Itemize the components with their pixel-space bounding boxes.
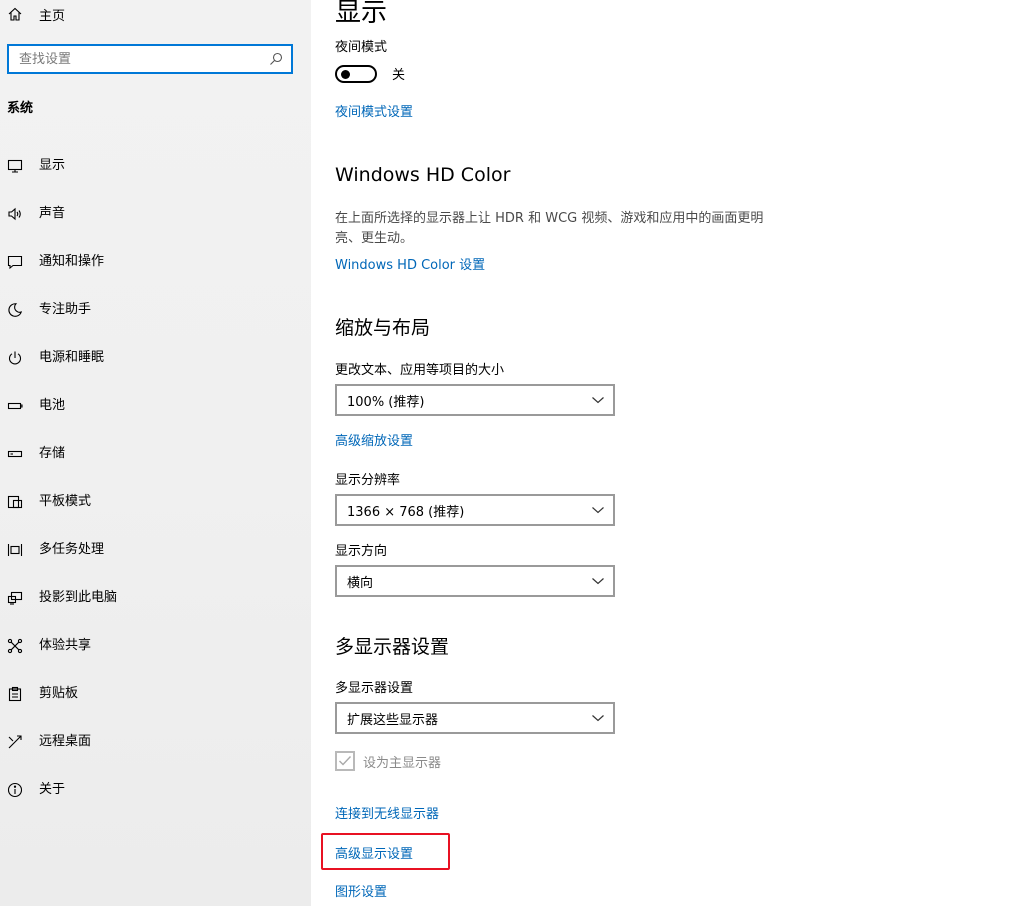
sidebar-item-label: 多任务处理: [39, 542, 105, 557]
toggle-knob: [341, 69, 350, 79]
multi-display-label: 多显示器设置: [335, 681, 414, 696]
orientation-select[interactable]: 横向: [335, 565, 615, 597]
primary-display-checkbox-row: 设为主显示器: [335, 751, 441, 771]
notification-icon: [7, 255, 23, 270]
sidebar-item-focus-assist[interactable]: 专注助手: [0, 286, 311, 334]
sidebar: 主页 系统 显示 声音 通知和操作 专注助手 电源和睡眠: [0, 0, 311, 906]
sidebar-item-label: 存储: [39, 446, 66, 461]
sidebar-item-display[interactable]: 显示: [0, 142, 311, 190]
sidebar-item-battery[interactable]: 电池: [0, 382, 311, 430]
sidebar-nav: 显示 声音 通知和操作 专注助手 电源和睡眠 电池 存储 平板模式 多任务处理 …: [0, 142, 311, 814]
sidebar-item-label: 显示: [39, 158, 66, 173]
battery-icon: [7, 402, 23, 410]
speaker-icon: [8, 207, 21, 221]
hd-color-heading: Windows HD Color: [335, 164, 511, 186]
orientation-label: 显示方向: [335, 544, 388, 559]
monitor-icon: [7, 159, 23, 173]
highlight-box: [321, 833, 450, 870]
sidebar-item-label: 远程桌面: [39, 734, 92, 749]
section-title: 系统: [7, 101, 34, 116]
sidebar-item-label: 声音: [39, 206, 66, 221]
scale-layout-heading: 缩放与布局: [335, 317, 431, 339]
advanced-scaling-link[interactable]: 高级缩放设置: [335, 430, 413, 449]
sidebar-item-label: 电池: [39, 398, 66, 413]
sidebar-item-label: 电源和睡眠: [39, 350, 105, 365]
connect-wireless-display-link[interactable]: 连接到无线显示器: [335, 803, 439, 822]
orientation-select-value: 横向: [347, 575, 374, 591]
moon-icon: [8, 303, 23, 317]
scale-select[interactable]: 100% (推荐): [335, 384, 615, 416]
tablet-icon: [7, 495, 23, 509]
search-box[interactable]: [7, 44, 293, 74]
sidebar-item-label: 平板模式: [39, 494, 92, 509]
sidebar-item-tablet-mode[interactable]: 平板模式: [0, 478, 311, 526]
multi-display-heading: 多显示器设置: [335, 636, 450, 658]
night-light-toggle-row: 关: [335, 64, 405, 83]
sidebar-item-about[interactable]: 关于: [0, 766, 311, 814]
graphics-settings-link[interactable]: 图形设置: [335, 881, 387, 900]
multitask-icon: [7, 544, 23, 556]
sidebar-item-label: 通知和操作: [39, 254, 105, 269]
sidebar-item-label: 专注助手: [39, 302, 92, 317]
night-light-state: 关: [392, 68, 406, 83]
sidebar-item-clipboard[interactable]: 剪贴板: [0, 670, 311, 718]
storage-icon: [7, 450, 23, 458]
sidebar-item-label: 投影到此电脑: [39, 590, 118, 605]
home-nav-item[interactable]: 主页: [7, 4, 65, 24]
search-input[interactable]: [9, 51, 269, 67]
search-icon[interactable]: [269, 52, 283, 66]
night-light-label: 夜间模式: [335, 40, 388, 55]
sidebar-item-notifications[interactable]: 通知和操作: [0, 238, 311, 286]
sidebar-item-power[interactable]: 电源和睡眠: [0, 334, 311, 382]
primary-display-checkbox[interactable]: [335, 751, 355, 771]
chevron-down-icon: [592, 715, 604, 722]
sidebar-item-shared-experiences[interactable]: 体验共享: [0, 622, 311, 670]
resolution-select-value: 1366 × 768 (推荐): [347, 504, 465, 520]
chevron-down-icon: [592, 507, 604, 514]
share-icon: [7, 638, 23, 654]
sidebar-item-label: 关于: [39, 782, 66, 797]
power-icon: [8, 351, 22, 365]
home-icon: [8, 7, 22, 21]
chevron-down-icon: [592, 397, 604, 404]
chevron-down-icon: [592, 578, 604, 585]
page-title: 显示: [335, 0, 388, 28]
main-content: 显示 夜间模式 关 夜间模式设置 Windows HD Color 在上面所选择…: [335, 0, 1015, 906]
sidebar-item-label: 剪贴板: [39, 686, 79, 701]
hd-color-settings-link[interactable]: Windows HD Color 设置: [335, 254, 485, 273]
resolution-label: 显示分辨率: [335, 473, 401, 488]
night-light-toggle[interactable]: [335, 64, 377, 83]
sidebar-item-project[interactable]: 投影到此电脑: [0, 574, 311, 622]
sidebar-item-label: 体验共享: [39, 638, 92, 653]
sidebar-item-sound[interactable]: 声音: [0, 190, 311, 238]
clipboard-icon: [8, 686, 22, 702]
sidebar-item-remote-desktop[interactable]: 远程桌面: [0, 718, 311, 766]
checkmark-icon: [339, 756, 352, 766]
remote-desktop-icon: [8, 735, 22, 749]
sidebar-item-storage[interactable]: 存储: [0, 430, 311, 478]
multi-display-select-value: 扩展这些显示器: [347, 712, 439, 728]
resolution-select[interactable]: 1366 × 768 (推荐): [335, 494, 615, 526]
primary-display-label: 设为主显示器: [363, 755, 442, 771]
project-icon: [7, 591, 23, 605]
night-light-settings-link[interactable]: 夜间模式设置: [335, 101, 413, 120]
home-label: 主页: [39, 8, 66, 24]
info-icon: [7, 782, 23, 798]
multi-display-select[interactable]: 扩展这些显示器: [335, 702, 615, 734]
hd-color-description: 在上面所选择的显示器上让 HDR 和 WCG 视频、游戏和应用中的画面更明亮、更…: [335, 211, 764, 246]
scale-select-value: 100% (推荐): [347, 394, 425, 410]
sidebar-item-multitasking[interactable]: 多任务处理: [0, 526, 311, 574]
text-size-label: 更改文本、应用等项目的大小: [335, 363, 505, 378]
